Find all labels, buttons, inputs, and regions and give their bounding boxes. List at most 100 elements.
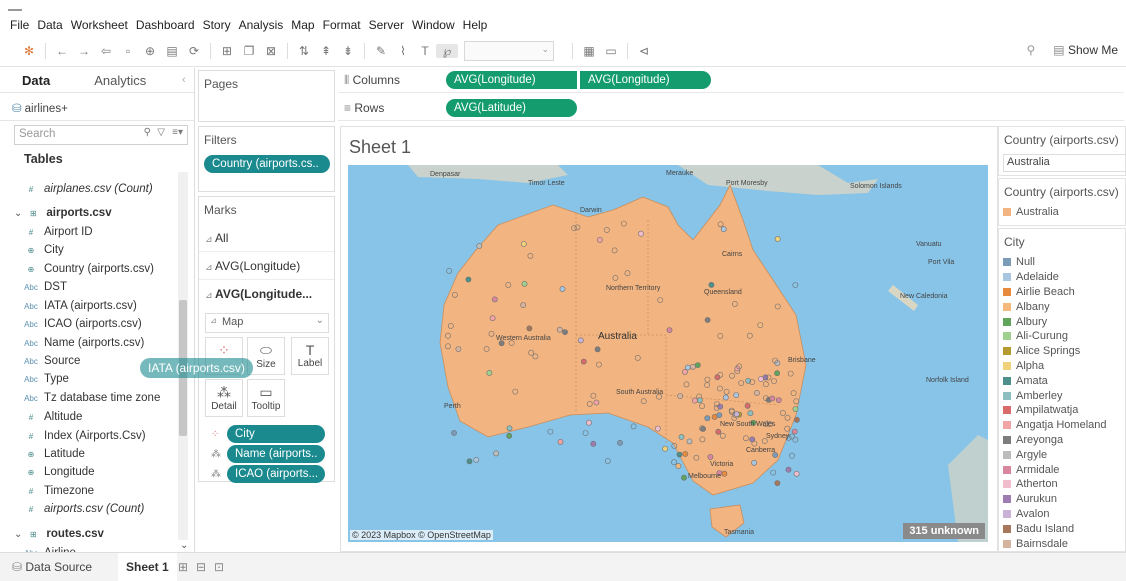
airport-marker[interactable] bbox=[753, 389, 760, 396]
menu-format[interactable]: Format bbox=[319, 18, 365, 32]
airport-marker[interactable] bbox=[594, 346, 601, 353]
airport-marker[interactable] bbox=[506, 425, 513, 432]
airport-marker[interactable] bbox=[486, 369, 493, 376]
highlight-icon[interactable]: ✎ bbox=[370, 44, 392, 58]
airport-marker[interactable] bbox=[630, 423, 637, 430]
airport-marker[interactable] bbox=[585, 419, 592, 426]
field-item[interactable]: # Altitude bbox=[24, 408, 83, 426]
airport-marker[interactable] bbox=[681, 474, 687, 481]
field-item[interactable]: # Airport ID bbox=[24, 223, 93, 241]
tooltip-button[interactable]: ▭ Tooltip bbox=[247, 379, 285, 417]
fit-dropdown[interactable]: ⌄ bbox=[464, 41, 554, 61]
airport-marker[interactable] bbox=[676, 451, 683, 458]
sheet-title[interactable]: Sheet 1 bbox=[349, 137, 411, 158]
city-legend-item[interactable]: Amberley bbox=[1003, 388, 1062, 403]
city-legend-item[interactable]: Atherton bbox=[1003, 477, 1058, 492]
airport-marker[interactable] bbox=[747, 410, 754, 417]
filters-card[interactable]: Filters Country (airports.cs.. bbox=[198, 126, 335, 192]
airport-marker[interactable] bbox=[708, 282, 715, 288]
airport-marker[interactable] bbox=[675, 463, 682, 469]
datasource-item[interactable]: ⛁ airlines+ bbox=[12, 101, 68, 115]
menu-analysis[interactable]: Analysis bbox=[235, 18, 288, 32]
city-legend-item[interactable]: Badu Island bbox=[1003, 521, 1074, 536]
country-legend-item[interactable]: Australia bbox=[1003, 205, 1059, 220]
field-item[interactable]: # Index (Airports.Csv) bbox=[24, 427, 146, 445]
airport-marker[interactable] bbox=[465, 276, 472, 283]
airport-marker[interactable] bbox=[785, 466, 792, 473]
field-item[interactable]: Abc IATA (airports.csv) bbox=[24, 297, 137, 315]
airport-marker[interactable] bbox=[792, 436, 799, 443]
airport-marker[interactable] bbox=[526, 325, 533, 332]
city-legend-item[interactable]: Angatja Homeland bbox=[1003, 418, 1107, 433]
table-item[interactable]: ⌄ ⊞ routes.csv bbox=[14, 525, 104, 543]
airport-marker[interactable] bbox=[769, 395, 776, 402]
airport-marker[interactable] bbox=[577, 337, 584, 344]
menu-help[interactable]: Help bbox=[459, 18, 492, 32]
rows-pill-latitude[interactable]: AVG(Latitude) bbox=[446, 99, 577, 117]
datasource-icon[interactable]: ▤ bbox=[161, 44, 183, 58]
city-legend-item[interactable]: Albury bbox=[1003, 314, 1047, 329]
city-legend-item[interactable]: Ampilatwatja bbox=[1003, 403, 1078, 418]
field-item[interactable]: Abc Tz database time zone bbox=[24, 389, 160, 407]
airport-marker[interactable] bbox=[774, 370, 780, 377]
airport-marker[interactable] bbox=[793, 470, 800, 477]
airport-marker[interactable] bbox=[559, 286, 566, 292]
scroll-down-icon[interactable]: ⌄ bbox=[180, 540, 188, 551]
airport-marker[interactable] bbox=[493, 450, 499, 457]
airport-marker[interactable] bbox=[677, 393, 684, 399]
tab-data-source[interactable]: ⛁ Data Source bbox=[12, 560, 92, 574]
save-icon[interactable]: ▫ bbox=[117, 44, 139, 58]
swap-icon[interactable]: ⇅ bbox=[293, 44, 315, 58]
field-item[interactable]: ⊕ City bbox=[24, 241, 64, 259]
airport-marker[interactable] bbox=[789, 452, 795, 459]
columns-shelf[interactable]: ⦀ Columns AVG(Longitude) AVG(Longitude) bbox=[338, 68, 1124, 93]
airport-marker[interactable] bbox=[744, 402, 751, 409]
city-legend-item[interactable]: Airlie Beach bbox=[1003, 285, 1075, 300]
airport-marker[interactable] bbox=[691, 397, 698, 404]
airport-marker[interactable] bbox=[707, 454, 714, 460]
airport-marker[interactable] bbox=[455, 346, 462, 352]
marks-layer-all[interactable]: ⊿ All bbox=[205, 231, 228, 245]
filter-icon[interactable]: ▽ bbox=[157, 127, 165, 138]
pages-card[interactable]: Pages bbox=[198, 70, 335, 122]
airport-marker[interactable] bbox=[520, 241, 527, 247]
menu-worksheet[interactable]: Worksheet bbox=[67, 18, 132, 32]
rows-shelf[interactable]: ≡ Rows AVG(Latitude) bbox=[338, 96, 1124, 121]
show-me-button[interactable]: ⚲ ▤ Show Me bbox=[1027, 43, 1119, 57]
mark-pill-name[interactable]: Name (airports.. bbox=[227, 445, 325, 463]
airport-marker[interactable] bbox=[792, 406, 799, 412]
airport-marker[interactable] bbox=[704, 317, 711, 323]
search-input[interactable]: Search bbox=[19, 128, 55, 140]
airport-marker[interactable] bbox=[678, 434, 685, 440]
new-dashboard-icon[interactable]: ⊟ bbox=[196, 560, 206, 574]
airport-marker[interactable] bbox=[715, 428, 722, 435]
group-icon[interactable]: ⌇ bbox=[392, 44, 414, 58]
filter-pill-country[interactable]: Country (airports.cs.. bbox=[204, 155, 330, 173]
airport-marker[interactable] bbox=[721, 470, 728, 477]
airport-marker[interactable] bbox=[547, 428, 554, 435]
airport-marker[interactable] bbox=[757, 376, 764, 382]
city-legend-item[interactable]: Amata bbox=[1003, 373, 1048, 388]
back-icon[interactable]: ← bbox=[51, 44, 73, 58]
field-item[interactable]: Abc ICAO (airports.csv) bbox=[24, 315, 142, 333]
airport-marker[interactable] bbox=[733, 392, 740, 398]
menu-dashboard[interactable]: Dashboard bbox=[132, 18, 199, 32]
city-legend-item[interactable]: Bairnsdale bbox=[1003, 536, 1068, 551]
map-canvas[interactable] bbox=[348, 165, 988, 542]
field-item[interactable]: ⊕ Country (airports.csv) bbox=[24, 260, 154, 278]
airport-marker[interactable] bbox=[722, 394, 729, 401]
search-field[interactable]: Search ⚲ ▽ ≡▾ bbox=[14, 125, 188, 145]
airport-marker[interactable] bbox=[757, 322, 764, 328]
city-legend-item[interactable]: Adelaide bbox=[1003, 270, 1059, 285]
undo-icon[interactable]: ⇦ bbox=[95, 44, 117, 58]
airport-marker[interactable] bbox=[704, 415, 711, 422]
marks-layer-longitude-1[interactable]: ⊿ AVG(Longitude) bbox=[205, 259, 300, 273]
airport-marker[interactable] bbox=[711, 413, 718, 420]
airport-marker[interactable] bbox=[749, 436, 756, 443]
airport-marker[interactable] bbox=[617, 439, 623, 446]
menu-file[interactable]: File bbox=[0, 18, 33, 32]
tab-sheet-1[interactable]: Sheet 1 bbox=[118, 553, 177, 581]
airport-marker[interactable] bbox=[733, 411, 740, 418]
collapse-pane-icon[interactable]: ‹ bbox=[182, 74, 186, 86]
presentation-icon[interactable]: ▭ bbox=[600, 44, 622, 58]
